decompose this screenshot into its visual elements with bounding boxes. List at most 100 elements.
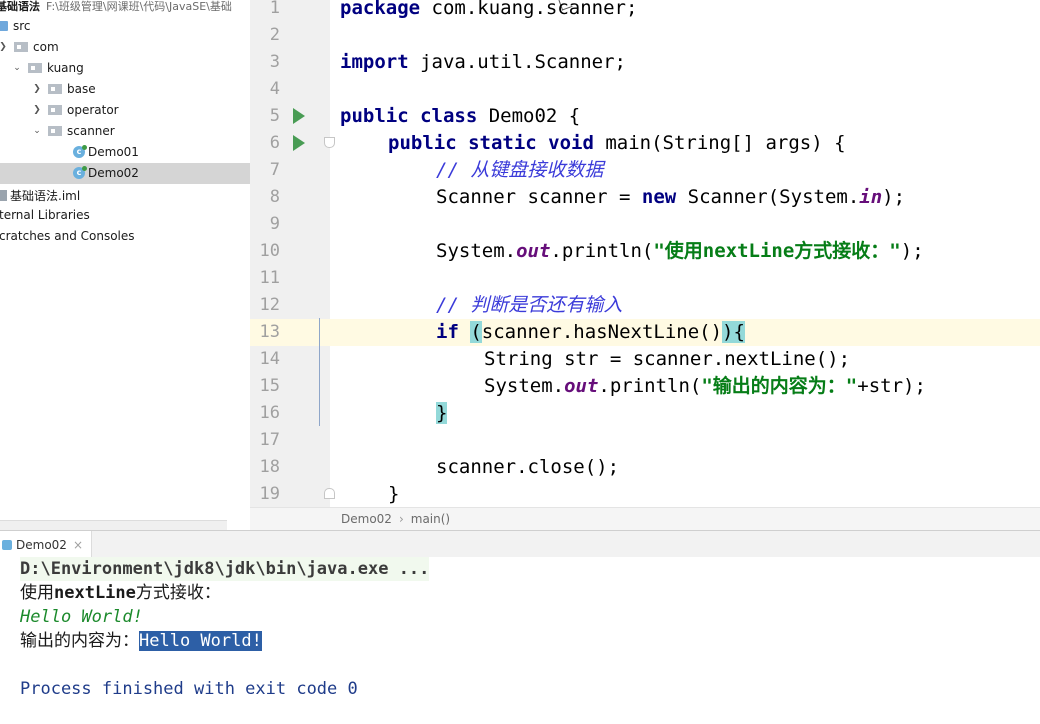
- tree-item-scanner[interactable]: ⌄ scanner: [0, 121, 250, 142]
- code-line-5[interactable]: public class Demo02 {: [340, 103, 580, 130]
- code-text: +str);: [857, 375, 926, 397]
- chevron-down-icon[interactable]: ⌄: [32, 126, 42, 136]
- tree-item-label: Demo01: [88, 145, 139, 159]
- line-number: 17: [259, 430, 280, 450]
- fold-icon[interactable]: [324, 137, 335, 148]
- code-text: scanner.hasNextLine(): [481, 321, 723, 343]
- console-text: nextLine: [54, 583, 136, 603]
- selected-text[interactable]: Hello World!: [139, 631, 262, 651]
- static-field: out: [564, 375, 599, 397]
- code-line-15[interactable]: System.out.println("输出的内容为："+str);: [484, 373, 926, 400]
- console-text: 输出的内容为：: [20, 631, 139, 651]
- string-literal: "使用nextLine方式接收：": [653, 240, 901, 262]
- run-tab-demo02[interactable]: Demo02 ×: [0, 531, 92, 558]
- tree-item-scratches[interactable]: cratches and Consoles: [0, 226, 250, 247]
- code-text: );: [900, 240, 924, 262]
- static-field: out: [516, 240, 551, 262]
- run-class-icon[interactable]: [293, 108, 305, 124]
- package-icon: [28, 63, 42, 73]
- code-line-12[interactable]: // 判断是否还有输入: [436, 292, 622, 319]
- matched-paren: (: [470, 321, 482, 343]
- tree-item-iml[interactable]: 基础语法.iml: [0, 184, 250, 205]
- code-line-1[interactable]: package com.kuang.scanner;: [340, 0, 637, 22]
- console-text: 使用: [20, 583, 54, 603]
- code-text: Scanner(System.: [676, 186, 860, 208]
- line-number: 2: [269, 25, 280, 45]
- chevron-right-icon: ›: [398, 512, 404, 526]
- breadcrumb-item-class[interactable]: Demo02: [341, 512, 392, 526]
- line-number: 15: [259, 376, 280, 396]
- string-literal: "输出的内容为：": [701, 375, 858, 397]
- tree-item-demo01[interactable]: c Demo01: [0, 142, 250, 163]
- code-line-6[interactable]: public static void main(String[] args) {: [388, 130, 846, 157]
- run-tab-label: Demo02: [16, 537, 67, 552]
- static-field: in: [859, 186, 883, 208]
- java-class-icon: c: [73, 166, 87, 179]
- java-class-icon: c: [73, 145, 87, 158]
- tree-item-src[interactable]: src: [0, 16, 250, 37]
- code-editor[interactable]: 1 2 3 4 5 6 7 8 9 10 11 12 13 14 15 16 1…: [250, 0, 1040, 507]
- line-number: 6: [269, 133, 280, 153]
- code-line-7[interactable]: // 从键盘接收数据: [436, 157, 603, 184]
- run-main-icon[interactable]: [293, 135, 305, 151]
- tree-item-label: scanner: [67, 124, 115, 138]
- tree-item-label: operator: [67, 103, 119, 117]
- project-root-name: 基础语法: [0, 0, 40, 13]
- run-console[interactable]: D:\Environment\jdk8\jdk\bin\java.exe ...…: [0, 557, 1040, 724]
- code-line-13[interactable]: if (scanner.hasNextLine()){: [436, 319, 745, 346]
- keyword: new: [641, 186, 677, 208]
- line-number: 10: [259, 241, 280, 261]
- keyword: if: [436, 321, 459, 343]
- code-line-19[interactable]: }: [388, 481, 399, 507]
- line-number: 19: [259, 484, 280, 504]
- tree-item-com[interactable]: ❯ com: [0, 37, 250, 58]
- chevron-right-icon[interactable]: ❯: [0, 42, 8, 52]
- chevron-right-icon[interactable]: ❯: [32, 84, 42, 94]
- console-output-prompt: 使用nextLine方式接收：: [20, 581, 221, 605]
- iml-file-icon: [0, 190, 7, 201]
- console-output-result: 输出的内容为：Hello World!: [20, 629, 262, 653]
- keyword: public static void: [388, 132, 594, 154]
- line-number: 14: [259, 349, 280, 369]
- scope-indicator: [319, 318, 320, 426]
- tree-item-base[interactable]: ❯ base: [0, 79, 250, 100]
- code-text: Scanner scanner =: [436, 186, 642, 208]
- matched-paren: ): [722, 321, 734, 343]
- keyword: package: [340, 0, 421, 19]
- line-number: 13: [259, 322, 280, 342]
- code-line-18[interactable]: scanner.close();: [436, 454, 619, 481]
- code-line-16[interactable]: }: [436, 400, 448, 427]
- console-exit-message: Process finished with exit code 0: [20, 679, 358, 699]
- line-number: 5: [269, 106, 280, 126]
- matched-brace: }: [436, 402, 448, 424]
- close-icon[interactable]: ×: [73, 538, 83, 552]
- breadcrumb-item-method[interactable]: main(): [411, 512, 450, 526]
- code-line-14[interactable]: String str = scanner.nextLine();: [484, 346, 850, 373]
- matched-brace: {: [733, 321, 745, 343]
- fold-end-icon[interactable]: [324, 488, 335, 499]
- breadcrumb: Demo02 › main(): [250, 507, 1040, 531]
- project-tool-window: 基础语法 F:\班级管理\网课班\代码\JavaSE\基础 src ❯ com …: [0, 0, 250, 520]
- code-text: );: [882, 186, 906, 208]
- code-line-10[interactable]: System.out.println("使用nextLine方式接收：");: [436, 238, 924, 265]
- tree-item-label: 基础语法.iml: [10, 189, 81, 203]
- tree-item-operator[interactable]: ❯ operator: [0, 100, 250, 121]
- tree-item-kuang[interactable]: ⌄ kuang: [0, 58, 250, 79]
- code-line-8[interactable]: Scanner scanner = new Scanner(System.in)…: [436, 184, 905, 211]
- console-command-line: D:\Environment\jdk8\jdk\bin\java.exe ...: [20, 557, 430, 581]
- tree-item-external-libraries[interactable]: ternal Libraries: [0, 205, 250, 226]
- tree-item-label: kuang: [47, 61, 84, 75]
- tree-item-label: ternal Libraries: [0, 208, 90, 222]
- chevron-down-icon[interactable]: ⌄: [12, 63, 22, 73]
- line-number: 18: [259, 457, 280, 477]
- line-number: 3: [269, 52, 280, 72]
- tree-item-demo02[interactable]: c Demo02: [0, 163, 250, 184]
- code-text: Demo02 {: [477, 105, 581, 127]
- code-line-3[interactable]: import java.util.Scanner;: [340, 49, 626, 76]
- chevron-right-icon[interactable]: ❯: [32, 105, 42, 115]
- code-text: System.: [436, 240, 517, 262]
- package-icon: [48, 105, 62, 115]
- run-config-icon: [2, 539, 12, 550]
- line-number: 7: [269, 160, 280, 180]
